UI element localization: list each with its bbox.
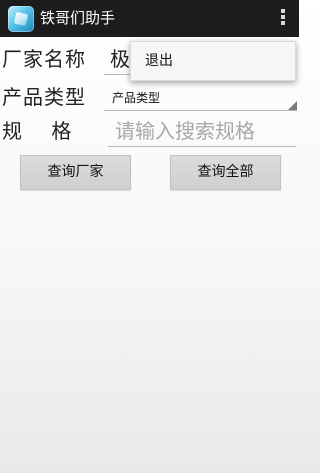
app-title: 铁哥们助手 [40, 9, 116, 27]
product-type-label: 产品类型 [2, 85, 86, 109]
overflow-dot [281, 21, 285, 25]
spec-placeholder: 请输入搜索规格 [115, 119, 255, 143]
product-type-spinner[interactable]: 产品类型 [104, 86, 297, 111]
menu-item-exit[interactable]: 退出 [131, 42, 295, 80]
overflow-menu-icon[interactable] [279, 9, 287, 29]
spec-search-input[interactable]: 请输入搜索规格 [108, 116, 296, 147]
overflow-dot [281, 15, 285, 19]
menu-item-exit-label: 退出 [145, 53, 173, 69]
cube-app-icon[interactable] [8, 6, 34, 32]
query-vendor-button[interactable]: 查询厂家 [20, 155, 131, 190]
vendor-name-value: 极 [110, 47, 130, 71]
spec-label: 规 格 [2, 119, 73, 143]
overflow-dot [281, 9, 285, 13]
query-all-button[interactable]: 查询全部 [170, 155, 281, 190]
cube-icon-shape [13, 11, 29, 27]
spinner-arrow-icon [288, 101, 297, 110]
product-type-selected: 产品类型 [112, 91, 161, 105]
vendor-name-label: 厂家名称 [2, 47, 86, 71]
overflow-popup-menu: 退出 [130, 41, 296, 81]
action-bar: 铁哥们助手 [0, 0, 299, 37]
